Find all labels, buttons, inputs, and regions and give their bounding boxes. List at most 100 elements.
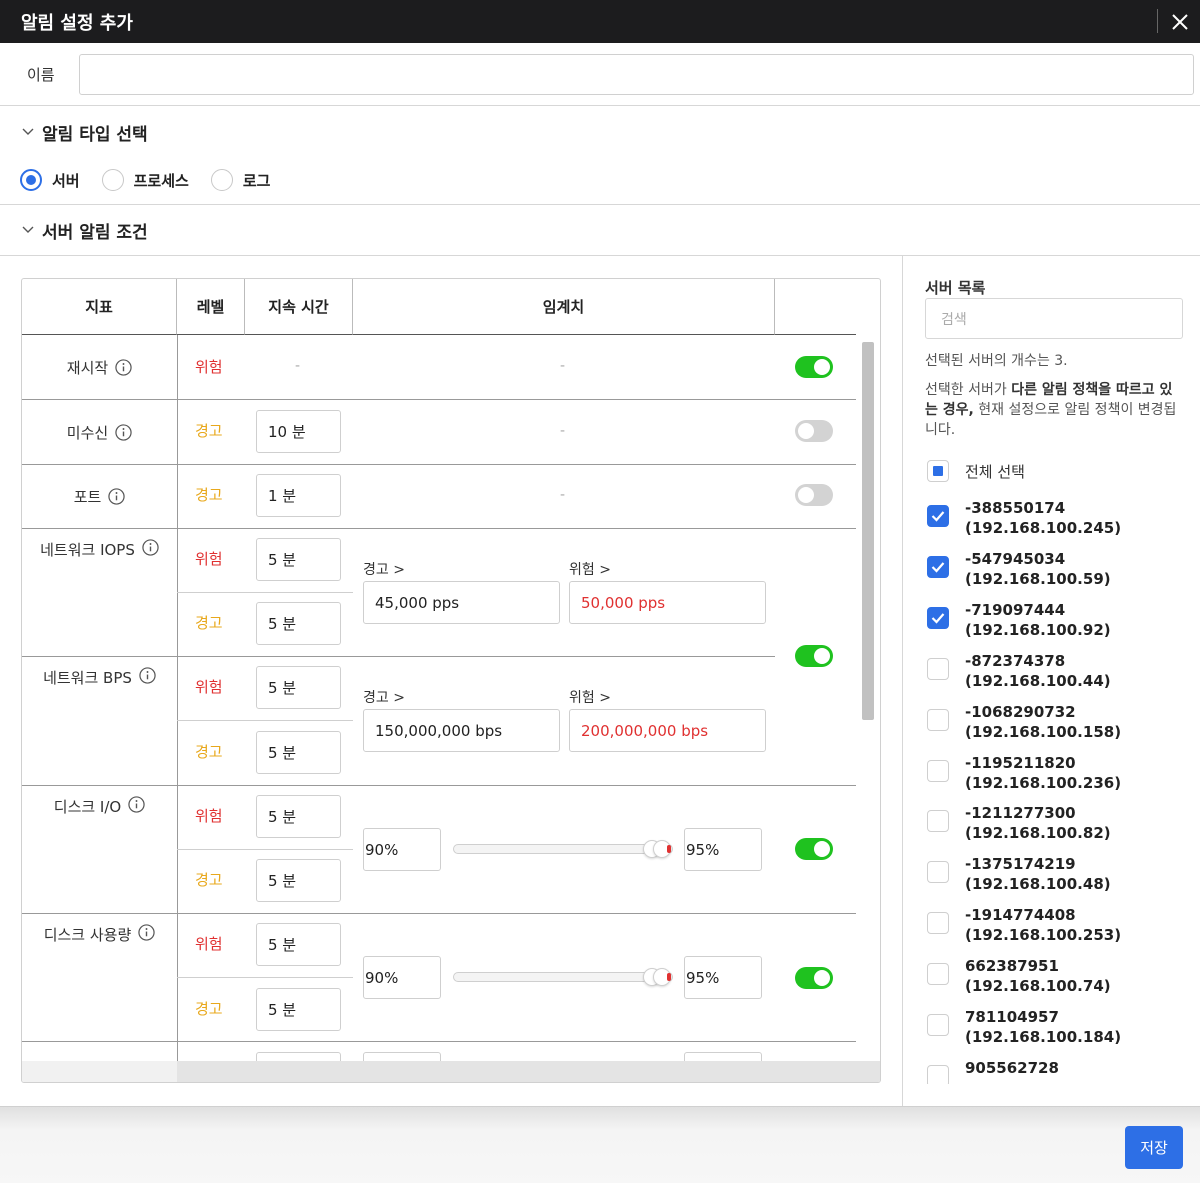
info-icon[interactable] bbox=[115, 358, 132, 376]
info-icon[interactable] bbox=[138, 924, 155, 941]
column-header-metric: 지표 bbox=[22, 279, 177, 335]
duration-input[interactable]: 5 분 bbox=[256, 859, 341, 902]
name-row: 이름 bbox=[0, 43, 1200, 106]
server-list-item[interactable]: 662387951 (192.168.100.74) bbox=[925, 955, 1187, 999]
toggle-port[interactable] bbox=[795, 484, 833, 506]
server-conditions-section-header[interactable]: 서버 알림 조건 bbox=[0, 205, 1200, 255]
server-label: -719097444 (192.168.100.92) bbox=[965, 600, 1111, 640]
info-icon[interactable] bbox=[139, 667, 156, 684]
panel-divider bbox=[902, 256, 903, 1106]
metric-restart: 재시작 bbox=[22, 335, 177, 399]
alert-type-section-header[interactable]: 알림 타입 선택 bbox=[0, 107, 1200, 157]
duration-input[interactable] bbox=[256, 1052, 341, 1061]
checkbox-checked[interactable] bbox=[927, 555, 949, 578]
server-ip: (192.168.100.253) bbox=[965, 926, 1122, 945]
horizontal-scrollbar-thumb[interactable] bbox=[177, 1061, 880, 1082]
close-icon[interactable] bbox=[1168, 10, 1192, 34]
toggle-network[interactable] bbox=[795, 645, 833, 667]
duration-input[interactable]: 1 분 bbox=[256, 474, 341, 517]
level-warn: 경고 bbox=[195, 614, 223, 632]
server-list-item[interactable]: -1914774408 (192.168.100.253) bbox=[925, 904, 1187, 948]
duration-input[interactable]: 5 분 bbox=[256, 538, 341, 581]
metric-label: 포트 bbox=[73, 487, 102, 506]
level-danger: 위험 bbox=[195, 358, 223, 376]
section-title: 서버 알림 조건 bbox=[42, 222, 148, 243]
check-icon bbox=[931, 613, 945, 624]
vertical-scrollbar-thumb[interactable] bbox=[862, 342, 874, 720]
checkbox[interactable] bbox=[927, 657, 949, 680]
threshold-low-input[interactable] bbox=[363, 1052, 441, 1061]
threshold-empty: - bbox=[560, 487, 566, 503]
radio-circle bbox=[101, 169, 124, 191]
threshold-danger-input[interactable]: 200,000,000 bps bbox=[569, 709, 766, 752]
checkbox-checked[interactable] bbox=[927, 606, 949, 629]
radio-log[interactable]: 로그 bbox=[210, 169, 270, 191]
server-search-input[interactable] bbox=[925, 298, 1183, 339]
duration-input[interactable]: 10 분 bbox=[256, 410, 341, 453]
server-list-item[interactable]: -1195211820 (192.168.100.236) bbox=[925, 752, 1187, 796]
radio-server[interactable]: 서버 bbox=[20, 169, 80, 191]
server-label: -1375174219 (192.168.100.48) bbox=[965, 854, 1111, 894]
server-list-item[interactable]: -872374378 (192.168.100.44) bbox=[925, 650, 1187, 694]
threshold-high-input[interactable]: 95% bbox=[684, 828, 762, 871]
dialog-footer bbox=[0, 1106, 1200, 1183]
threshold-low-input[interactable]: 90% bbox=[363, 828, 441, 871]
server-list-item[interactable]: 905562728 bbox=[925, 1057, 1187, 1084]
threshold-danger-input[interactable]: 50,000 pps bbox=[569, 581, 766, 624]
toggle-restart[interactable] bbox=[795, 356, 833, 378]
server-list-item[interactable]: -1068290732 (192.168.100.158) bbox=[925, 701, 1187, 745]
metric-label: 미수신 bbox=[66, 423, 109, 442]
checkbox-indeterminate[interactable] bbox=[927, 460, 949, 482]
checkbox-checked[interactable] bbox=[927, 505, 949, 527]
policy-note: 선택한 서버가 다른 알림 정책을 따르고 있는 경우, 현재 설정으로 알림 … bbox=[925, 380, 1185, 440]
info-icon[interactable] bbox=[128, 796, 145, 813]
server-list-item[interactable]: -719097444 (192.168.100.92) bbox=[925, 599, 1187, 643]
threshold-danger-label: 위험 > bbox=[569, 690, 611, 706]
checkbox[interactable] bbox=[927, 810, 949, 833]
checkbox[interactable] bbox=[927, 759, 949, 782]
name-input[interactable] bbox=[79, 54, 1194, 95]
info-icon[interactable] bbox=[142, 539, 159, 556]
duration-input[interactable]: 5 분 bbox=[256, 988, 341, 1031]
threshold-high-input[interactable]: 95% bbox=[684, 956, 762, 999]
checkbox[interactable] bbox=[927, 1064, 949, 1084]
server-label: 781104957 (192.168.100.184) bbox=[965, 1007, 1121, 1047]
server-list-item[interactable]: -1375174219 (192.168.100.48) bbox=[925, 853, 1187, 897]
duration-input[interactable]: 5 분 bbox=[256, 923, 341, 966]
threshold-danger-label: 위험 > bbox=[569, 562, 611, 578]
radio-process[interactable]: 프로세스 bbox=[101, 169, 189, 191]
server-id: -1375174219 bbox=[965, 855, 1076, 874]
threshold-slider[interactable] bbox=[453, 968, 673, 986]
duration-input[interactable]: 5 분 bbox=[256, 795, 341, 838]
checkbox[interactable] bbox=[927, 708, 949, 731]
threshold-slider[interactable] bbox=[453, 840, 673, 858]
duration-input[interactable]: 5 분 bbox=[256, 731, 341, 774]
threshold-low-input[interactable]: 90% bbox=[363, 956, 441, 999]
checkbox[interactable] bbox=[927, 1014, 949, 1036]
info-icon[interactable] bbox=[115, 423, 132, 441]
checkbox[interactable] bbox=[927, 963, 949, 986]
threshold-empty: - bbox=[560, 423, 566, 439]
toggle-no-receive[interactable] bbox=[795, 420, 833, 442]
row-divider bbox=[22, 1041, 856, 1042]
level-warn: 경고 bbox=[195, 486, 223, 504]
duration-input[interactable]: 5 분 bbox=[256, 666, 341, 709]
server-list-item[interactable]: 781104957 (192.168.100.184) bbox=[925, 1006, 1187, 1050]
checkbox[interactable] bbox=[927, 912, 949, 935]
metric-label: 재시작 bbox=[66, 358, 109, 377]
toggle-disk-io[interactable] bbox=[795, 838, 833, 860]
server-list-item[interactable]: -388550174 (192.168.100.245) bbox=[925, 497, 1187, 541]
server-list-item[interactable]: -1211277300 (192.168.100.82) bbox=[925, 802, 1187, 846]
info-icon[interactable] bbox=[108, 487, 125, 505]
duration-input[interactable]: 5 분 bbox=[256, 602, 341, 645]
server-list-item[interactable]: -547945034 (192.168.100.59) bbox=[925, 548, 1187, 592]
checkbox[interactable] bbox=[927, 861, 949, 884]
threshold-high-input[interactable] bbox=[684, 1052, 762, 1061]
toggle-disk-usage[interactable] bbox=[795, 967, 833, 989]
threshold-warn-input[interactable]: 150,000,000 bps bbox=[363, 709, 560, 752]
level-danger: 위험 bbox=[195, 935, 223, 953]
save-button[interactable]: 저장 bbox=[1125, 1126, 1183, 1169]
select-all-checkbox[interactable]: 전체 선택 bbox=[927, 460, 1025, 482]
name-label: 이름 bbox=[27, 66, 55, 84]
threshold-warn-input[interactable]: 45,000 pps bbox=[363, 581, 560, 624]
